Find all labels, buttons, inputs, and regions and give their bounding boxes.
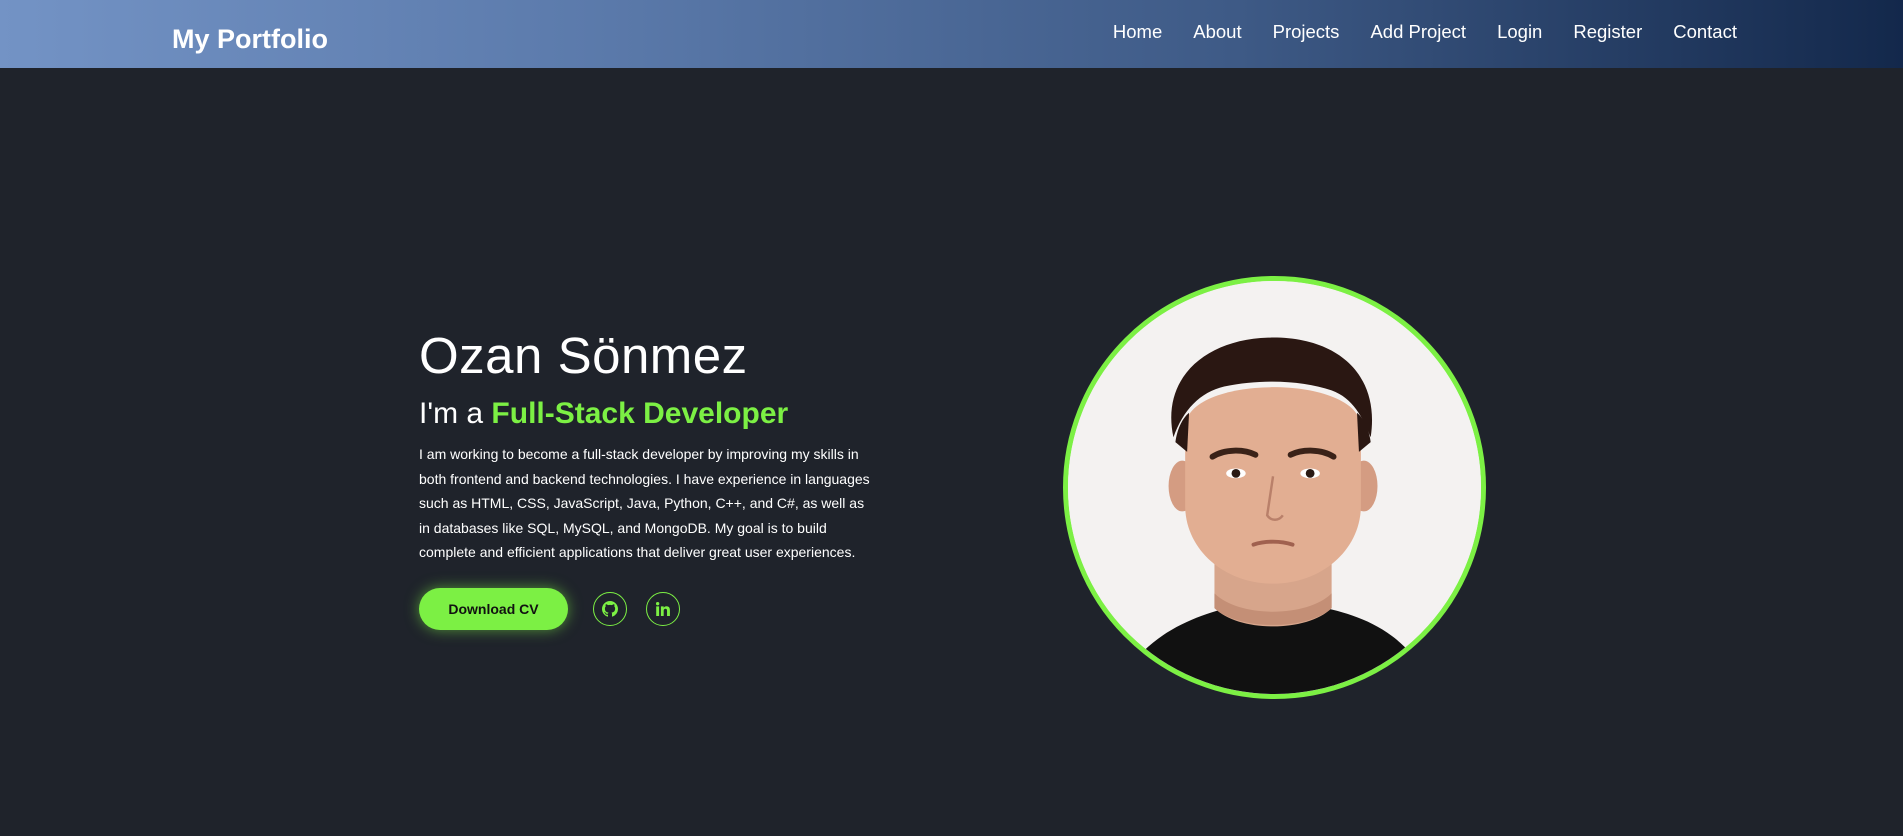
navbar: My Portfolio Home About Projects Add Pro… xyxy=(0,0,1903,68)
nav-home-link[interactable]: Home xyxy=(1113,21,1162,42)
hero-role: I'm a Full-Stack Developer xyxy=(419,396,879,432)
brand-logo[interactable]: My Portfolio xyxy=(172,22,328,56)
nav-add-project-link[interactable]: Add Project xyxy=(1370,21,1466,42)
hero-role-highlight: Full-Stack Developer xyxy=(491,397,789,430)
hero-section: Ozan Sönmez I'm a Full-Stack Developer I… xyxy=(419,326,879,630)
nav-register-link[interactable]: Register xyxy=(1573,21,1642,42)
hero-role-prefix: I'm a xyxy=(419,397,492,430)
nav-contact-link[interactable]: Contact xyxy=(1673,21,1737,42)
hero-description: I am working to become a full-stack deve… xyxy=(419,446,870,560)
download-cv-button[interactable]: Download CV xyxy=(419,587,568,630)
linkedin-icon xyxy=(655,601,671,617)
github-icon xyxy=(602,600,618,617)
nav-menu: Home About Projects Add Project Login Re… xyxy=(1113,20,1737,44)
nav-login-link[interactable]: Login xyxy=(1497,21,1542,42)
nav-projects-link[interactable]: Projects xyxy=(1273,21,1340,42)
hero-name: Ozan Sönmez xyxy=(419,327,748,384)
profile-photo xyxy=(1063,276,1486,699)
nav-about-link[interactable]: About xyxy=(1193,21,1241,42)
hero-actions: Download CV xyxy=(419,587,879,630)
github-link[interactable] xyxy=(593,591,627,626)
profile-portrait-image xyxy=(1068,281,1481,694)
linkedin-link[interactable] xyxy=(646,591,680,626)
